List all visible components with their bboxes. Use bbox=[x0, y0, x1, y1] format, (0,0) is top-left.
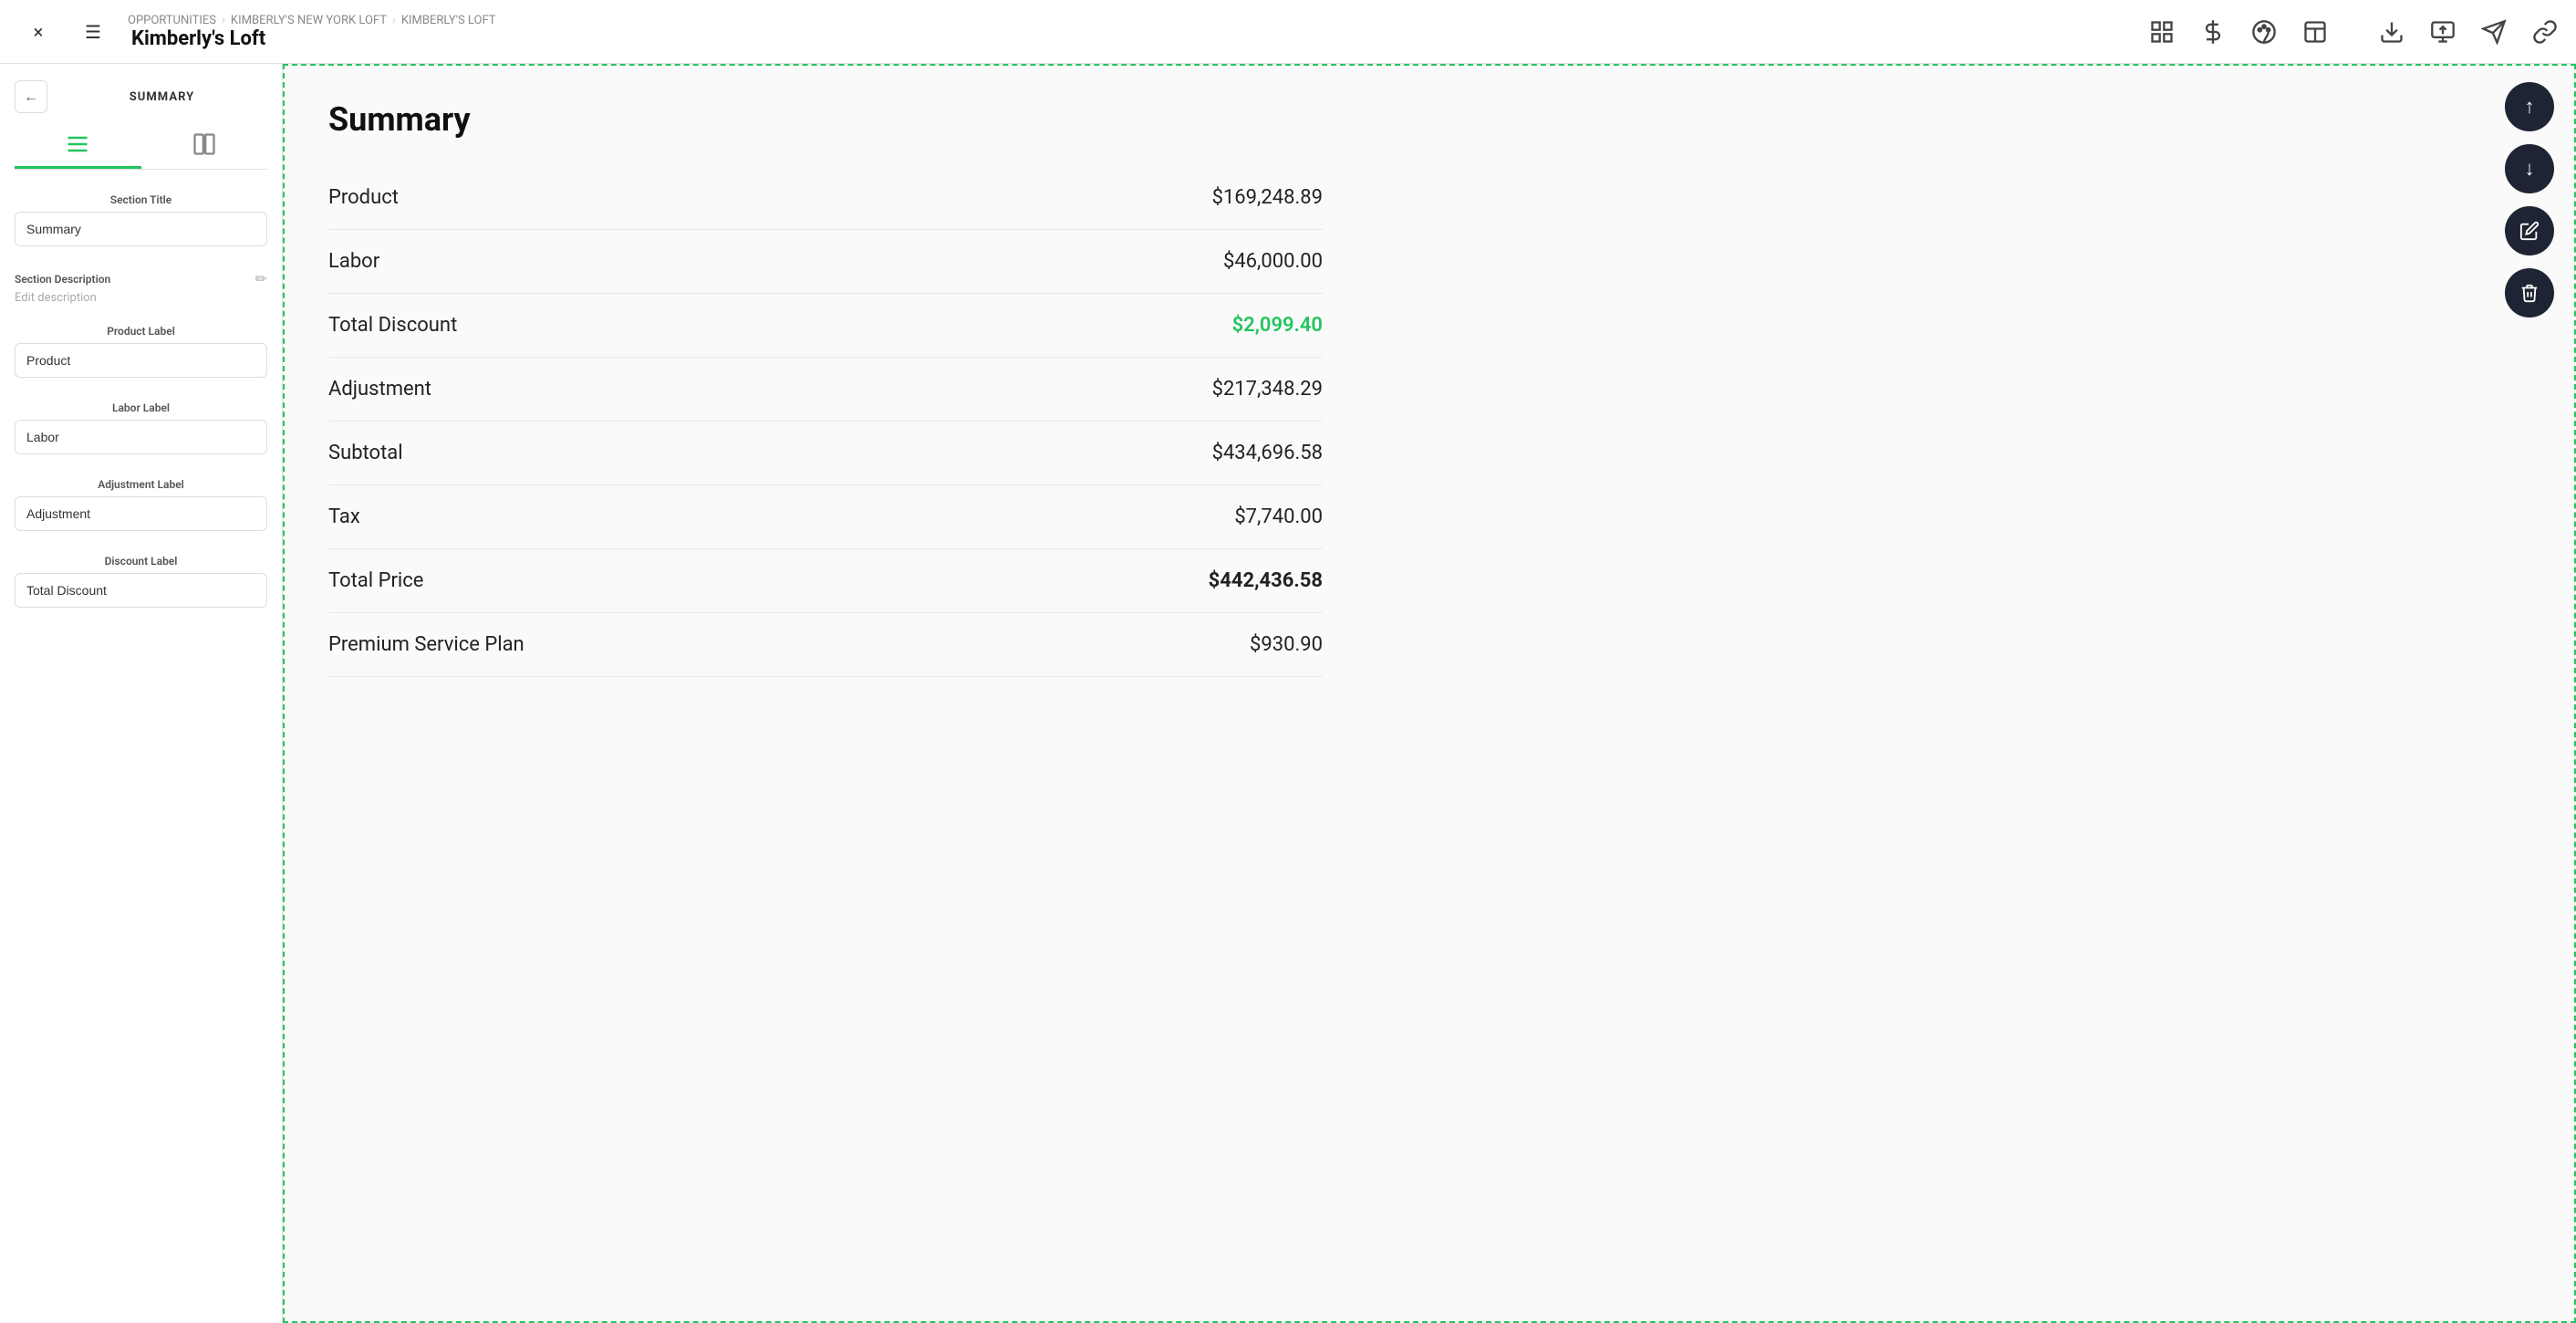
dollar-icon[interactable] bbox=[2200, 19, 2226, 45]
link-icon[interactable] bbox=[2532, 19, 2558, 45]
adjustment-label-field: Adjustment Label bbox=[0, 469, 282, 546]
labor-label-field: Labor Label bbox=[0, 392, 282, 469]
monitor-upload-icon[interactable] bbox=[2430, 19, 2456, 45]
left-panel-header: ← SUMMARY bbox=[0, 64, 282, 122]
summary-row-subtotal: Subtotal $434,696.58 bbox=[328, 422, 1323, 485]
left-panel: ← SUMMARY Section Title bbox=[0, 64, 283, 1323]
back-button[interactable]: ← bbox=[15, 80, 47, 113]
summary-section: Summary Product $169,248.89 Labor $46,00… bbox=[283, 64, 1377, 714]
summary-row-product: Product $169,248.89 bbox=[328, 166, 1323, 230]
send-icon[interactable] bbox=[2481, 19, 2507, 45]
scroll-up-button[interactable]: ↑ bbox=[2505, 82, 2554, 131]
grid-icon[interactable] bbox=[2149, 19, 2175, 45]
delete-button[interactable] bbox=[2505, 268, 2554, 318]
summary-row-discount: Total Discount $2,099.40 bbox=[328, 294, 1323, 358]
summary-row-adjustment: Adjustment $217,348.29 bbox=[328, 358, 1323, 422]
download-icon[interactable] bbox=[2379, 19, 2405, 45]
summary-row-tax: Tax $7,740.00 bbox=[328, 485, 1323, 549]
list-view-button[interactable] bbox=[15, 122, 141, 169]
edit-description-icon[interactable]: ✏ bbox=[255, 270, 267, 287]
edit-description-text[interactable]: Edit description bbox=[0, 291, 282, 316]
breadcrumb: OPPORTUNITIES › KIMBERLY'S NEW YORK LOFT… bbox=[128, 14, 496, 27]
scroll-down-button[interactable]: ↓ bbox=[2505, 144, 2554, 193]
adjustment-label-input[interactable] bbox=[15, 496, 267, 531]
close-button[interactable]: × bbox=[18, 12, 58, 52]
menu-button[interactable]: ☰ bbox=[73, 12, 113, 52]
floating-buttons: ↑ ↓ bbox=[2505, 82, 2554, 318]
right-main: Summary Product $169,248.89 Labor $46,00… bbox=[283, 64, 2576, 1323]
discount-label-input[interactable] bbox=[15, 573, 267, 608]
edit-button[interactable] bbox=[2505, 206, 2554, 255]
product-label-input[interactable] bbox=[15, 343, 267, 378]
content-area: Summary Product $169,248.89 Labor $46,00… bbox=[283, 64, 2576, 1323]
summary-row-total-price: Total Price $442,436.58 bbox=[328, 549, 1323, 613]
product-label-field: Product Label bbox=[0, 316, 282, 392]
palette-icon[interactable] bbox=[2251, 19, 2277, 45]
labor-label-input[interactable] bbox=[15, 420, 267, 454]
topbar-right-icons bbox=[2379, 19, 2558, 45]
summary-heading: Summary bbox=[328, 100, 1323, 139]
section-title-field: Section Title bbox=[0, 184, 282, 261]
layout-icon[interactable] bbox=[2302, 19, 2328, 45]
page-title: Kimberly's Loft bbox=[131, 27, 496, 50]
view-toggle bbox=[15, 122, 267, 170]
summary-row-premium: Premium Service Plan $930.90 bbox=[328, 613, 1323, 677]
split-view-button[interactable] bbox=[141, 122, 268, 169]
toolbar-icons bbox=[2149, 19, 2328, 45]
main-layout: ← SUMMARY Section Title bbox=[0, 64, 2576, 1323]
section-description-row: Section Description ✏ bbox=[0, 261, 282, 291]
topbar: × ☰ OPPORTUNITIES › KIMBERLY'S NEW YORK … bbox=[0, 0, 2576, 64]
left-panel-title: SUMMARY bbox=[57, 90, 267, 104]
section-title-input[interactable] bbox=[15, 212, 267, 246]
discount-label-field: Discount Label bbox=[0, 546, 282, 622]
summary-row-labor: Labor $46,000.00 bbox=[328, 230, 1323, 294]
